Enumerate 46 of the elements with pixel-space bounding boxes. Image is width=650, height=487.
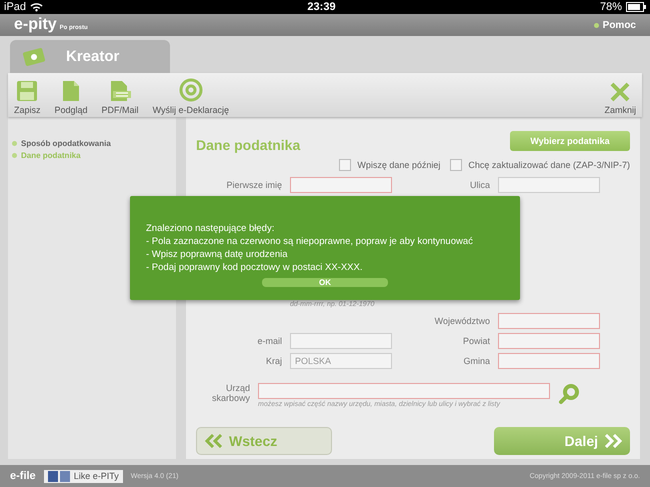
text-field[interactable] [258, 383, 550, 399]
wifi-icon [30, 2, 44, 12]
text-field[interactable] [498, 333, 600, 349]
field-label: e-mail [256, 336, 282, 346]
close-button[interactable]: Zamknij [604, 82, 636, 115]
field-label: Województwo [434, 316, 490, 326]
checkbox[interactable]: Chcę zaktualizować dane (ZAP-3/NIP-7) [450, 159, 630, 171]
error-message: - Pola zaznaczone na czerwono są niepoprawne, popraw je aby kontynuować [146, 235, 474, 248]
toolbar-button[interactable]: Podgląd [54, 80, 88, 115]
card-icon [22, 46, 48, 66]
text-field[interactable] [290, 177, 392, 193]
pdf-document-icon [108, 80, 132, 102]
battery-icon [626, 2, 646, 12]
field-label: Urząd skarbowy [210, 383, 250, 403]
text-field[interactable] [498, 313, 600, 329]
toolbar-button[interactable]: PDF/Mail [102, 80, 139, 115]
checkbox[interactable]: Wpiszę dane później [339, 159, 440, 171]
battery-percent: 78% [600, 1, 622, 13]
error-message: - Podaj poprawny kod pocztowy w postaci XX-XXX. [146, 261, 364, 274]
facebook-icon [48, 470, 70, 482]
form-title: Dane podatnika [196, 137, 300, 153]
like-button[interactable]: Like e-PITy [44, 470, 123, 482]
field-label: Pierwsze imię [225, 180, 282, 190]
error-message: - Wpisz poprawną datę urodzenia [146, 248, 289, 261]
app-logo: e-pity [14, 16, 57, 34]
clock-time: 23:39 [306, 1, 337, 13]
help-link[interactable]: Pomoc [594, 20, 636, 30]
double-chevron-right-icon [604, 434, 622, 448]
search-icon[interactable] [558, 383, 580, 405]
document-icon [62, 80, 80, 102]
device-name: iPad [4, 1, 26, 13]
text-field[interactable] [498, 353, 600, 369]
footer-logo: e-file [10, 470, 36, 482]
text-field[interactable]: POLSKA [290, 353, 392, 369]
toolbar-button[interactable]: Zapisz [14, 80, 41, 115]
field-label: Kraj [264, 356, 282, 366]
double-chevron-left-icon [205, 434, 223, 448]
text-field[interactable] [498, 177, 600, 193]
field-label: Gmina [462, 356, 490, 366]
close-icon [610, 82, 630, 102]
field-label: Powiat [462, 336, 490, 346]
text-field[interactable] [290, 333, 392, 349]
sidebar-item[interactable]: Sposób opodatkowania [12, 139, 172, 148]
error-message: Znaleziono następujące błędy: [146, 222, 276, 235]
toolbar-button[interactable]: Wyślij e-Deklarację [152, 78, 229, 115]
field-label: Ulica [468, 180, 490, 190]
